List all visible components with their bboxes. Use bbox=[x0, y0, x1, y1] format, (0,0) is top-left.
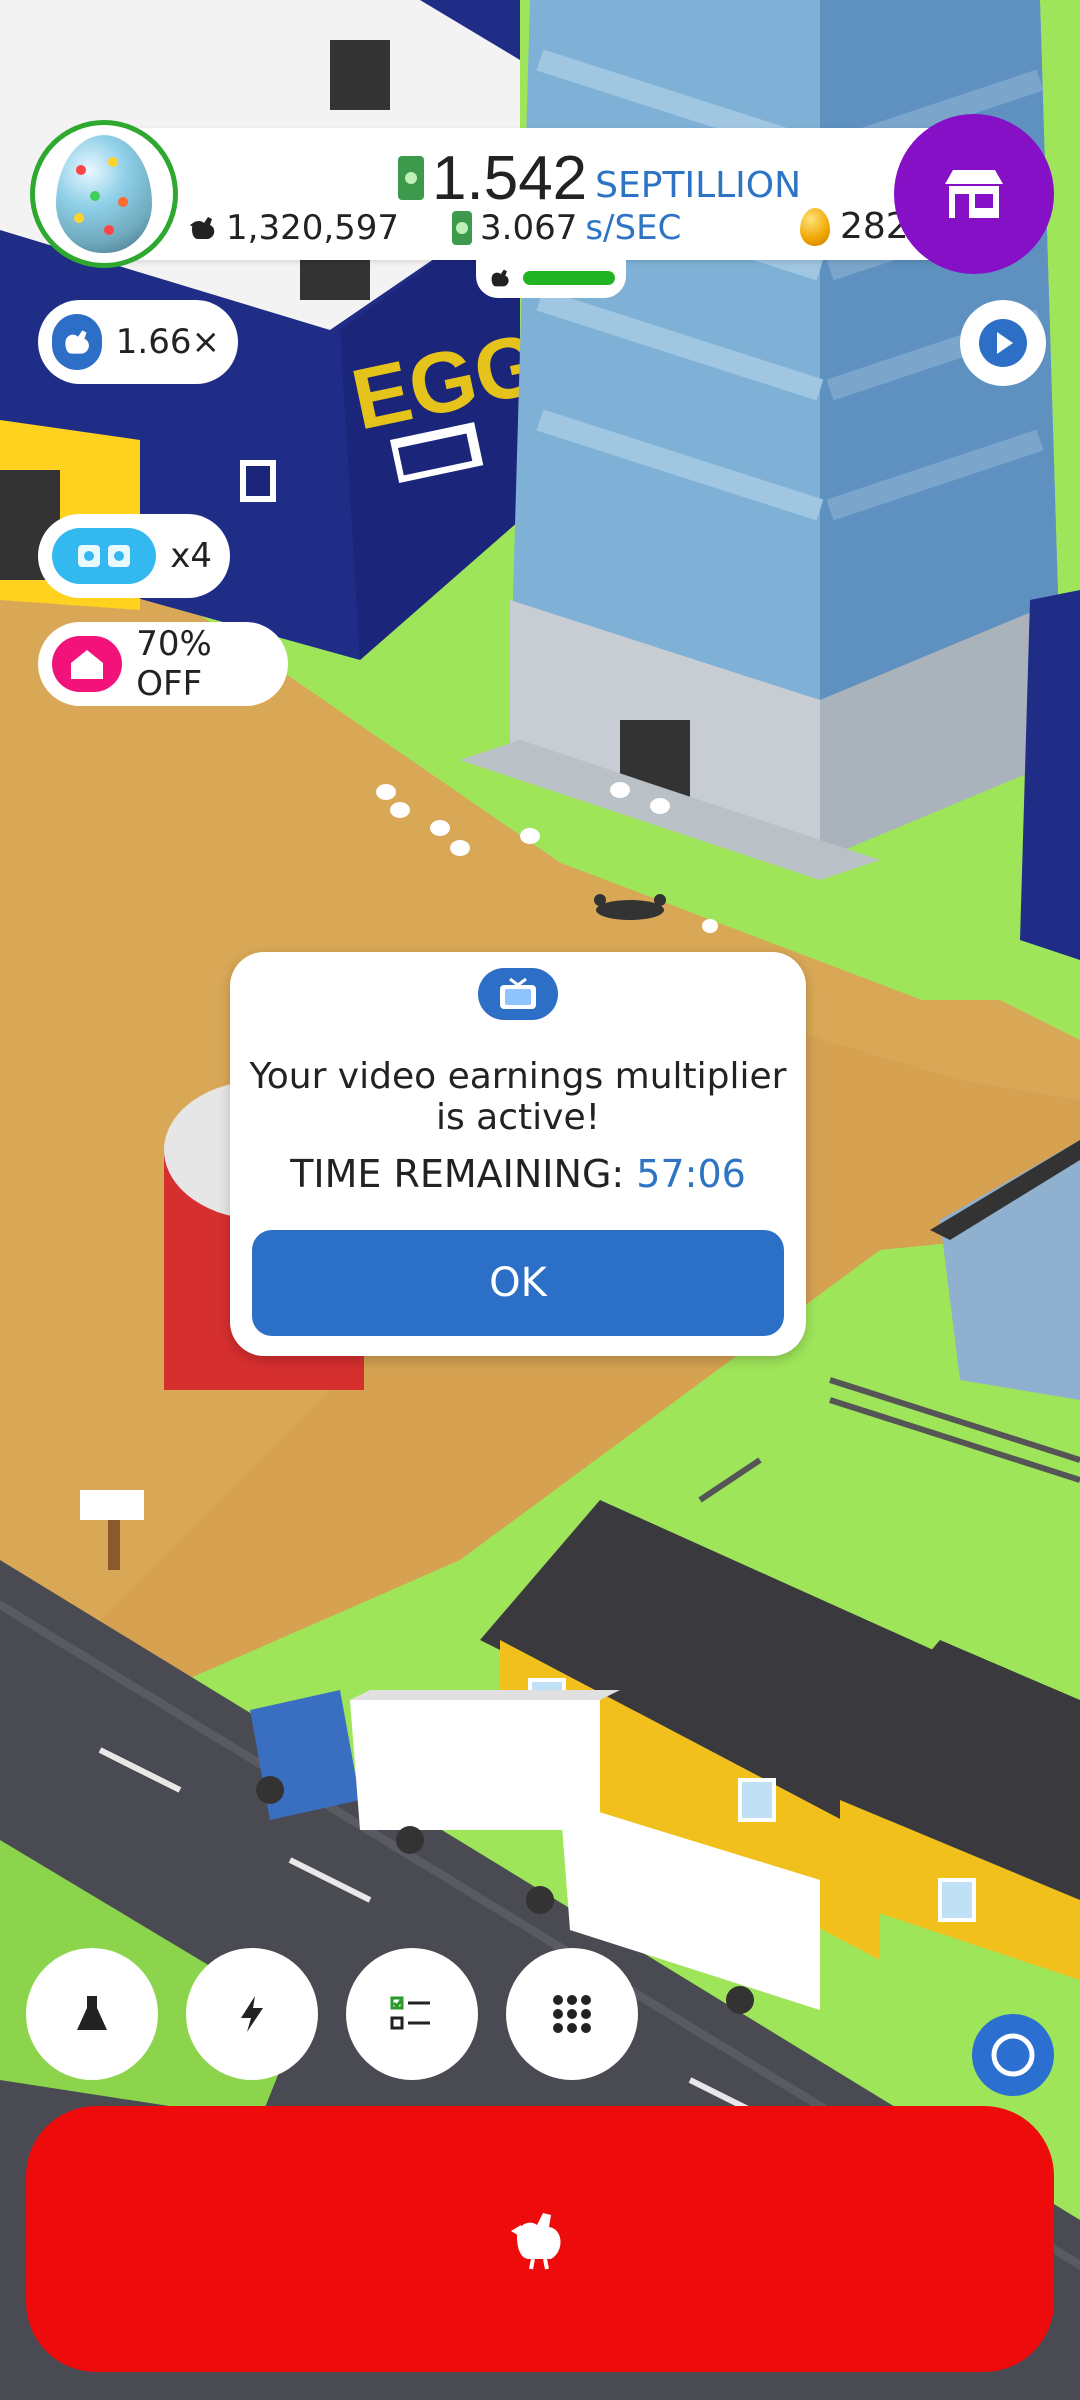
video-multiplier-dialog: Your video earnings multiplier is active… bbox=[230, 952, 806, 1356]
research-button[interactable] bbox=[26, 1948, 158, 2080]
player-egg-avatar[interactable] bbox=[30, 120, 178, 268]
boost-button[interactable] bbox=[186, 1948, 318, 2080]
hatch-chicken-button[interactable] bbox=[26, 2106, 1054, 2372]
chicken-icon bbox=[511, 2213, 561, 2270]
menu-button[interactable] bbox=[506, 1948, 638, 2080]
camera-center-button[interactable] bbox=[972, 2014, 1054, 2096]
drone-icon bbox=[52, 528, 157, 584]
time-remaining-label: TIME REMAINING: bbox=[290, 1152, 625, 1196]
golden-egg-icon bbox=[800, 207, 830, 246]
ok-button[interactable]: OK bbox=[252, 1230, 784, 1336]
egg-icon bbox=[56, 135, 152, 253]
golden-eggs[interactable]: 282 bbox=[800, 206, 909, 247]
missions-button[interactable] bbox=[346, 1948, 478, 2080]
hab-capacity-bar bbox=[523, 271, 615, 285]
chicken-count: 1,320,597 bbox=[186, 208, 399, 248]
earnings-multiplier-pill[interactable]: 1.66× bbox=[38, 300, 238, 384]
video-play-button[interactable] bbox=[960, 300, 1046, 386]
shop-icon bbox=[945, 170, 1003, 218]
hab-capacity-indicator[interactable] bbox=[476, 258, 626, 298]
chicken-count-value: 1,320,597 bbox=[226, 208, 400, 248]
chicken-icon bbox=[52, 314, 102, 370]
dialog-message: Your video earnings multiplier is active… bbox=[249, 1056, 787, 1138]
boost-icon bbox=[241, 1996, 263, 2032]
research-icon bbox=[77, 1996, 107, 2030]
multiplier-value: 1.66× bbox=[115, 322, 220, 362]
circle-icon bbox=[991, 2033, 1035, 2077]
cash-icon bbox=[452, 211, 472, 245]
sale-value: 70% OFF bbox=[136, 624, 212, 704]
tv-icon bbox=[478, 968, 558, 1020]
play-icon bbox=[979, 319, 1027, 367]
time-remaining-value: 57:06 bbox=[636, 1152, 746, 1196]
earnings-rate-unit: s/SEC bbox=[585, 208, 682, 248]
earnings-rate: 3.067 s/SEC bbox=[452, 208, 681, 248]
chicken-icon bbox=[190, 217, 215, 239]
home-icon bbox=[52, 636, 123, 692]
money-unit: SEPTILLION bbox=[595, 165, 802, 206]
missions-icon bbox=[390, 1996, 430, 2030]
sale-pill[interactable]: 70% OFF bbox=[38, 622, 288, 706]
time-remaining: TIME REMAINING: 57:06 bbox=[230, 1152, 806, 1196]
earnings-rate-value: 3.067 bbox=[480, 208, 578, 248]
cash-icon bbox=[398, 156, 424, 200]
money-value: 1.542 bbox=[432, 144, 588, 213]
drone-multiplier-pill[interactable]: x4 bbox=[38, 514, 230, 598]
shop-button[interactable] bbox=[894, 114, 1054, 274]
money-display: 1.542 SEPTILLION bbox=[398, 140, 801, 210]
menu-grid-icon bbox=[553, 1995, 591, 2033]
drone-multiplier-value: x4 bbox=[170, 536, 212, 576]
chicken-icon bbox=[491, 269, 509, 287]
